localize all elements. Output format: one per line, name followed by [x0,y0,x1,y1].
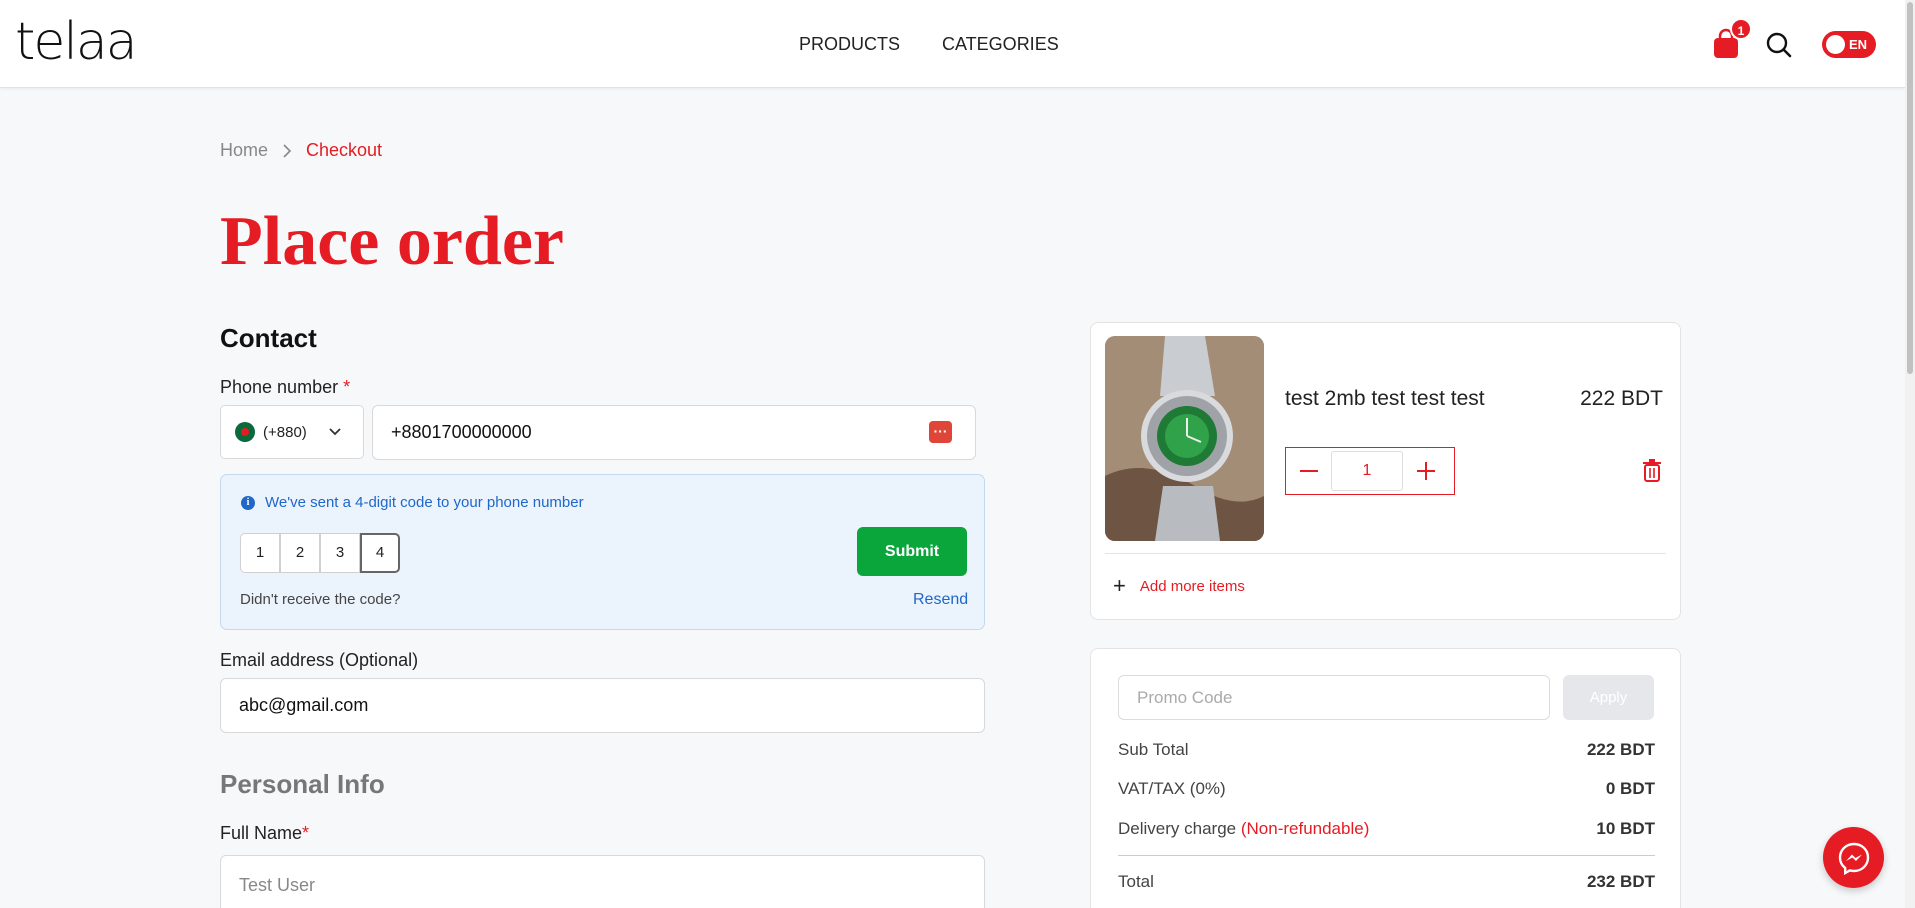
otp-digit-4[interactable]: 4 [360,533,400,573]
email-input[interactable]: abc@gmail.com [220,678,985,733]
otp-verification-panel: i We've sent a 4-digit code to your phon… [220,474,985,630]
contact-title: Contact [220,323,317,353]
breadcrumb: Home Checkout [220,140,382,161]
otp-message-text: We've sent a 4-digit code to your phone … [265,494,584,511]
vat-row: VAT/TAX (0%) 0 BDT [1118,779,1655,799]
divider [1105,553,1666,554]
cart-item-name[interactable]: test 2mb test test test [1285,387,1485,411]
trash-icon[interactable] [1641,458,1663,482]
otp-digit-2[interactable]: 2 [280,533,320,573]
delivery-label: Delivery charge [1118,819,1237,838]
minus-icon [1299,470,1318,472]
promo-code-input[interactable]: Promo Code [1118,675,1550,720]
cart-count-badge: 1 [1730,18,1752,40]
main-nav: PRODUCTS CATEGORIES [799,34,1059,55]
info-icon: i [241,495,255,510]
plus-icon [1416,462,1435,480]
cart-item-price: 222 BDT [1580,387,1663,410]
cart-items-card: test 2mb test test test 222 BDT 1 + Add … [1090,322,1681,620]
breadcrumb-home[interactable]: Home [220,140,268,161]
email-label: Email address (Optional) [220,650,419,670]
vat-value: 0 BDT [1605,779,1655,798]
otp-resend-link[interactable]: Resend [913,591,968,609]
phone-label-text: Phone number [220,377,339,397]
otp-message: i We've sent a 4-digit code to your phon… [241,494,584,511]
breadcrumb-current: Checkout [306,140,383,160]
nav-categories[interactable]: CATEGORIES [942,34,1059,55]
product-image[interactable] [1105,336,1264,541]
vat-label: VAT/TAX (0%) [1118,779,1226,798]
language-toggle[interactable]: EN [1822,31,1876,58]
quantity-stepper: 1 [1285,447,1455,495]
subtotal-value: 222 BDT [1586,740,1655,759]
messenger-chat-button[interactable] [1823,827,1884,888]
subtotal-label: Sub Total [1118,740,1189,759]
increase-quantity-button[interactable] [1403,448,1448,494]
delivery-note: (Non-refundable) [1240,819,1370,838]
subtotal-row: Sub Total 222 BDT [1118,740,1655,760]
full-name-label: Full Name* [220,823,309,844]
country-code-value: (+880) [263,423,307,441]
otp-digit-1[interactable]: 1 [240,533,280,573]
order-summary-card: Promo Code Apply Sub Total 222 BDT VAT/T… [1090,648,1681,908]
summary-divider [1118,855,1655,856]
otp-no-code-text: Didn't receive the code? [240,591,401,608]
page-title: Place order [220,203,564,280]
personal-info-title: Personal Info [220,769,385,799]
nav-products[interactable]: PRODUCTS [799,34,900,55]
decrease-quantity-button[interactable] [1286,448,1331,494]
plus-icon: + [1113,573,1126,598]
required-mark: * [343,377,351,397]
total-value: 232 BDT [1586,872,1655,891]
delivery-label-group: Delivery charge (Non-refundable) [1118,819,1369,839]
language-label: EN [1849,37,1868,52]
password-manager-icon[interactable]: ··· [929,421,952,443]
toggle-knob [1826,35,1845,54]
chevron-right-icon [283,143,292,158]
site-header: telaa PRODUCTS CATEGORIES 1 EN [0,0,1905,88]
total-label: Total [1118,872,1154,891]
otp-digit-group: 1 2 3 4 [240,533,400,573]
quantity-input[interactable]: 1 [1331,451,1403,491]
phone-input[interactable]: +8801700000000 [372,405,976,460]
total-row: Total 232 BDT [1118,872,1655,892]
delivery-row: Delivery charge (Non-refundable) 10 BDT [1118,819,1655,839]
otp-digit-3[interactable]: 3 [320,533,360,573]
add-more-items-label: Add more items [1139,577,1245,595]
site-logo[interactable]: telaa [15,12,138,72]
otp-submit-button[interactable]: Submit [857,527,967,576]
full-name-input[interactable]: Test User [220,855,985,908]
delivery-value: 10 BDT [1596,819,1655,838]
scrollbar-thumb[interactable] [1907,2,1913,374]
add-more-items-link[interactable]: + Add more items [1113,573,1245,598]
full-name-label-text: Full Name [220,823,303,843]
messenger-icon [1838,842,1869,875]
chevron-down-icon [329,428,341,436]
apply-promo-button[interactable]: Apply [1563,675,1654,720]
bangladesh-flag-icon [235,422,255,442]
required-mark: * [302,823,310,843]
country-code-select[interactable]: (+880) [220,405,364,459]
phone-label: Phone number * [220,377,350,398]
search-icon[interactable] [1765,31,1793,59]
